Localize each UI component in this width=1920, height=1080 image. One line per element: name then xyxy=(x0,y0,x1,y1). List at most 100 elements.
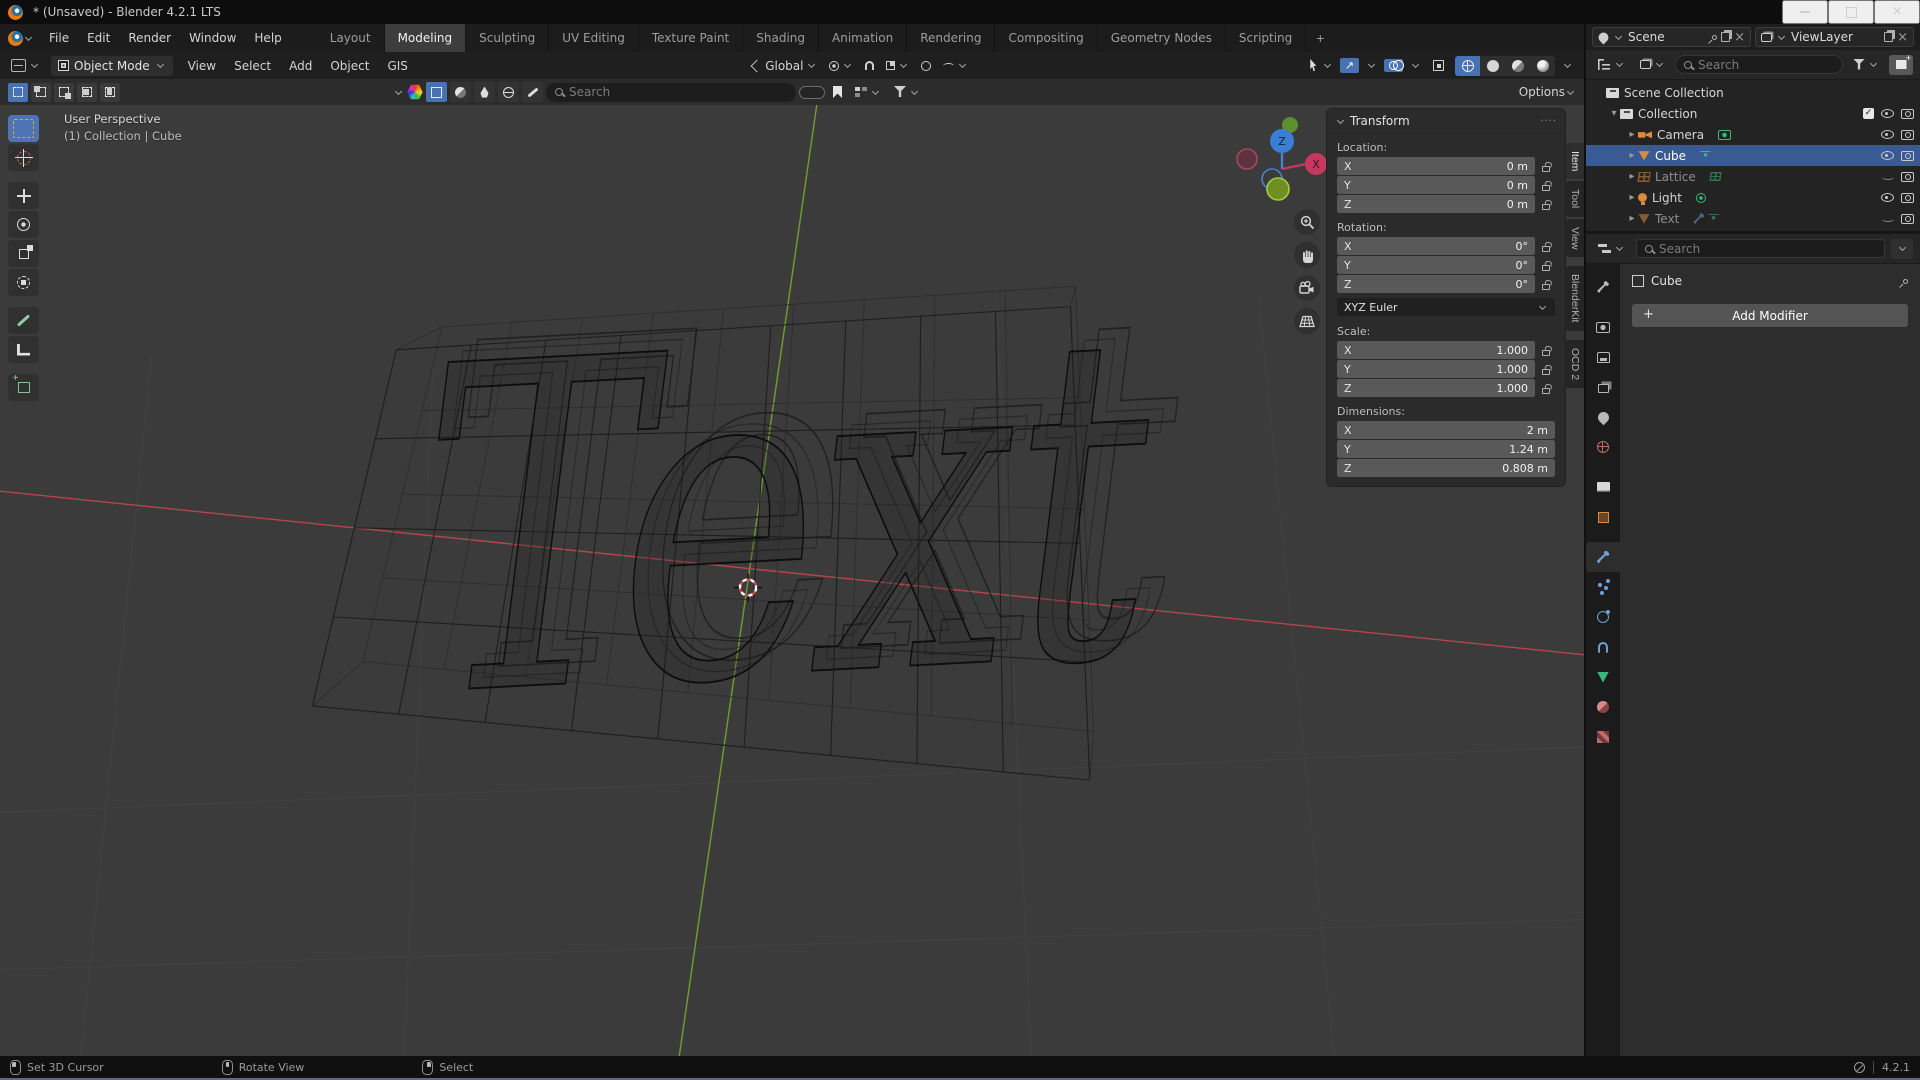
select-mode-button[interactable] xyxy=(8,83,28,102)
maximize-button[interactable] xyxy=(1828,0,1874,24)
properties-tab[interactable] xyxy=(1586,402,1620,432)
tool-button[interactable] xyxy=(8,336,39,363)
rotation-value-field[interactable]: Y0° xyxy=(1337,256,1535,274)
workspace-tab[interactable]: Animation xyxy=(819,24,907,52)
hide-viewport-toggle[interactable] xyxy=(1881,151,1894,160)
add-workspace-button[interactable]: + xyxy=(1306,24,1334,52)
select-mode-button[interactable] xyxy=(100,83,120,102)
tool-button[interactable] xyxy=(8,182,39,209)
properties-tab[interactable] xyxy=(1586,662,1620,692)
properties-search-input[interactable] xyxy=(1659,242,1876,256)
tool-button[interactable] xyxy=(8,240,39,267)
location-value-field[interactable]: X0 m xyxy=(1337,157,1535,175)
tool-button[interactable] xyxy=(8,115,39,142)
disable-render-toggle[interactable] xyxy=(1901,130,1914,140)
viewport-menu-item[interactable]: Select xyxy=(225,59,280,73)
disable-render-toggle[interactable] xyxy=(1901,193,1914,203)
asset-search-input[interactable] xyxy=(569,85,787,99)
sidebar-tab[interactable]: View xyxy=(1566,219,1584,258)
asset-list-dropdown[interactable] xyxy=(850,85,886,99)
blender-app-menu[interactable] xyxy=(0,24,40,52)
scale-value-field[interactable]: X1.000 xyxy=(1337,341,1535,359)
workspace-tab[interactable]: Sculpting xyxy=(466,24,549,52)
viewport-menu-item[interactable]: Object xyxy=(321,59,378,73)
asset-category-button[interactable] xyxy=(450,82,471,102)
workspace-tab[interactable]: Compositing xyxy=(995,24,1097,52)
outliner-row[interactable]: Scene Collection xyxy=(1586,82,1920,103)
menubar-item[interactable]: Render xyxy=(119,31,180,45)
dimension-value-field[interactable]: Z0.808 m xyxy=(1337,459,1555,477)
select-mode-button[interactable] xyxy=(77,83,97,102)
dimension-value-field[interactable]: X2 m xyxy=(1337,421,1555,439)
hide-viewport-toggle[interactable] xyxy=(1881,130,1894,139)
expand-chevron-icon[interactable] xyxy=(1626,129,1638,140)
shading-mode-button[interactable] xyxy=(1455,56,1480,76)
pivot-point-dropdown[interactable] xyxy=(824,59,858,73)
properties-tab[interactable] xyxy=(1586,272,1620,302)
shading-mode-button[interactable] xyxy=(1530,56,1555,76)
expand-chevron-icon[interactable] xyxy=(1608,108,1620,119)
sidebar-tab[interactable]: Tool xyxy=(1566,181,1584,216)
new-collection-button[interactable] xyxy=(1889,55,1913,75)
show-overlays-toggle[interactable] xyxy=(1384,59,1403,72)
hide-viewport-toggle[interactable] xyxy=(1881,109,1894,118)
shading-dropdown[interactable] xyxy=(1557,60,1578,71)
hide-viewport-toggle[interactable] xyxy=(1882,216,1894,222)
menubar-item[interactable]: Help xyxy=(245,31,290,45)
workspace-tab[interactable]: Texture Paint xyxy=(639,24,743,52)
properties-tab[interactable] xyxy=(1586,572,1620,602)
location-value-field[interactable]: Y0 m xyxy=(1337,176,1535,194)
workspace-tab[interactable]: Layout xyxy=(317,24,385,52)
object-visibility-dropdown[interactable] xyxy=(1304,57,1338,74)
workspace-tab[interactable]: Rendering xyxy=(907,24,995,52)
properties-tab[interactable] xyxy=(1586,692,1620,722)
new-scene-icon[interactable] xyxy=(1721,32,1730,42)
camera-view-button[interactable] xyxy=(1294,275,1320,301)
snap-settings-dropdown[interactable] xyxy=(881,59,914,72)
delete-viewlayer-icon[interactable] xyxy=(1897,30,1908,44)
bookmarks-button[interactable] xyxy=(828,84,847,100)
sidebar-tab[interactable]: Item xyxy=(1566,143,1584,179)
outliner-row[interactable]: Light xyxy=(1586,187,1920,208)
properties-tab[interactable] xyxy=(1586,542,1620,572)
viewport-menu-item[interactable]: View xyxy=(179,59,225,73)
lock-button[interactable] xyxy=(1535,199,1557,210)
expand-chevron-icon[interactable] xyxy=(1626,192,1638,203)
properties-tab[interactable] xyxy=(1586,602,1620,632)
tool-button[interactable] xyxy=(8,144,39,171)
editor-type-button[interactable] xyxy=(6,57,45,74)
shading-mode-button[interactable] xyxy=(1480,56,1505,76)
outliner-row[interactable]: Lattice xyxy=(1586,166,1920,187)
menubar-item[interactable]: File xyxy=(40,31,78,45)
properties-tab[interactable] xyxy=(1586,432,1620,462)
select-mode-button[interactable] xyxy=(31,83,51,102)
rotation-value-field[interactable]: Z0° xyxy=(1337,275,1535,293)
properties-editor-type-dropdown[interactable] xyxy=(1593,241,1630,256)
tool-button[interactable] xyxy=(8,374,39,401)
overlays-dropdown[interactable] xyxy=(1405,60,1426,71)
workspace-tab[interactable]: Modeling xyxy=(385,24,467,52)
shading-mode-button[interactable] xyxy=(1505,56,1530,76)
scale-value-field[interactable]: Y1.000 xyxy=(1337,360,1535,378)
gizmo-dropdown[interactable] xyxy=(1361,60,1382,71)
expand-chevron-icon[interactable] xyxy=(1626,213,1638,224)
minimize-button[interactable] xyxy=(1782,0,1828,24)
outliner-display-mode-dropdown[interactable] xyxy=(1593,57,1630,72)
scene-selector[interactable]: Scene xyxy=(1592,27,1751,47)
asset-category-button[interactable] xyxy=(522,82,543,102)
pin-icon[interactable] xyxy=(1711,33,1718,40)
sidebar-tab[interactable]: BlenderKit xyxy=(1566,266,1584,330)
outliner-filter-dropdown[interactable] xyxy=(1848,57,1884,73)
show-gizmo-toggle[interactable]: ↗ xyxy=(1340,58,1359,73)
outliner-search-input[interactable] xyxy=(1698,58,1834,72)
proportional-falloff-dropdown[interactable] xyxy=(938,60,973,71)
expand-chevron-icon[interactable] xyxy=(1626,150,1638,161)
lock-button[interactable] xyxy=(1535,180,1557,191)
properties-tab[interactable] xyxy=(1586,722,1620,752)
disable-render-toggle[interactable] xyxy=(1901,151,1914,161)
hide-viewport-toggle[interactable] xyxy=(1881,193,1894,202)
tool-button[interactable] xyxy=(8,269,39,296)
outliner-row[interactable]: Camera xyxy=(1586,124,1920,145)
tool-options-dropdown[interactable]: Options xyxy=(1519,85,1576,99)
free-only-toggle[interactable] xyxy=(799,86,825,99)
